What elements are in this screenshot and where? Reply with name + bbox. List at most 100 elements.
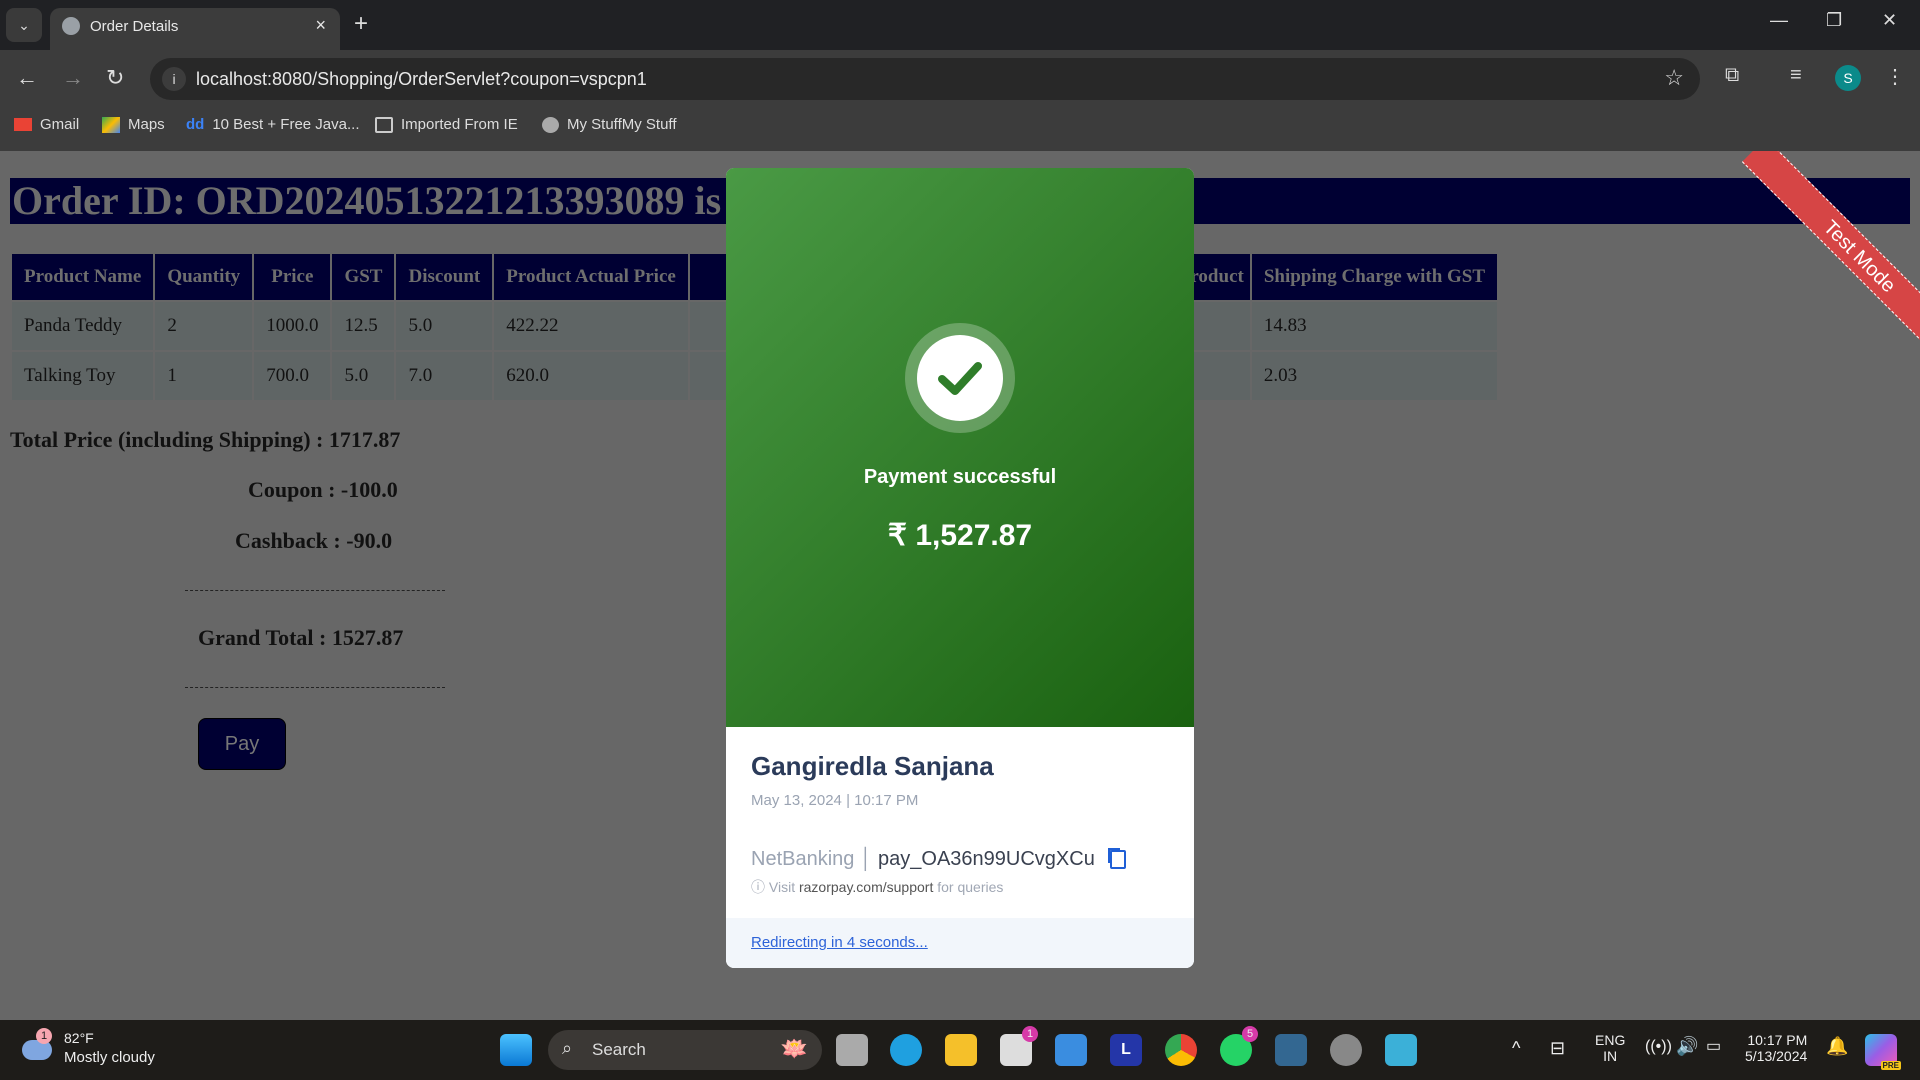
postgres-icon[interactable] — [1275, 1034, 1307, 1066]
payment-status: Payment successful — [863, 466, 1057, 488]
payment-success-modal: Payment successful ₹ 1,527.87 Gangiredla… — [726, 168, 1194, 968]
site-info-icon[interactable]: i — [162, 67, 186, 91]
temperature: 82°F — [64, 1030, 94, 1046]
show-hidden-icons[interactable]: ^ — [1512, 1038, 1520, 1059]
new-tab-button[interactable]: + — [354, 10, 368, 38]
bookmark-my-stuff[interactable]: My StuffMy Stuff — [542, 116, 676, 133]
col-actual-price: Product Actual Price — [494, 254, 688, 300]
payment-date: May 13, 2024 — [751, 792, 842, 809]
address-bar[interactable]: i localhost:8080/Shopping/OrderServlet?c… — [150, 58, 1700, 100]
mail-icon[interactable] — [1055, 1034, 1087, 1066]
bookmark-label: Imported From IE — [401, 116, 518, 133]
back-button[interactable]: ← — [16, 65, 38, 91]
forward-button[interactable]: → — [62, 65, 84, 91]
weather-badge: 1 — [36, 1028, 52, 1044]
payment-datetime: May 13, 2024 | 10:17 PM — [751, 792, 919, 809]
wifi-icon[interactable]: ((•)) — [1645, 1038, 1672, 1056]
col-quantity: Quantity — [155, 254, 253, 300]
cell: 620.0 — [494, 352, 688, 400]
search-icon: ⌕ — [562, 1038, 573, 1058]
url-text[interactable]: localhost:8080/Shopping/OrderServlet?cou… — [196, 69, 647, 90]
globe-icon — [62, 17, 80, 35]
tab-search-button[interactable]: ⌄ — [6, 8, 42, 42]
coupon-amount: Coupon : -100.0 — [248, 477, 398, 502]
payment-amount: ₹ 1,527.87 — [887, 519, 1033, 552]
cell: 5.0 — [332, 352, 395, 400]
close-tab-icon[interactable]: × — [315, 15, 326, 36]
bookmark-label: My StuffMy Stuff — [567, 116, 677, 133]
bookmark-folder-imported[interactable]: Imported From IE — [375, 116, 518, 133]
bookmark-gmail[interactable]: Gmail — [14, 116, 79, 133]
l-app-icon[interactable]: L — [1110, 1034, 1142, 1066]
bookmark-java[interactable]: dd 10 Best + Free Java... — [186, 116, 360, 133]
notepad-icon[interactable] — [1385, 1034, 1417, 1066]
task-view-icon[interactable] — [836, 1034, 868, 1066]
bookmark-label: Gmail — [40, 116, 80, 133]
weather-widget[interactable]: 1 82°F Mostly cloudy — [22, 1028, 172, 1072]
col-price: Price — [254, 254, 331, 300]
tab-title: Order Details — [90, 18, 179, 35]
clock[interactable]: 10:17 PM 5/13/2024 — [1745, 1032, 1807, 1064]
store-icon[interactable]: 1 — [1000, 1026, 1038, 1066]
menu-icon[interactable]: ⋮ — [1885, 64, 1905, 89]
settings-icon[interactable] — [1330, 1034, 1362, 1066]
bookmark-maps[interactable]: Maps — [102, 116, 165, 133]
col-gst: GST — [332, 254, 395, 300]
file-explorer-icon[interactable] — [945, 1034, 977, 1066]
windows-start-icon[interactable] — [500, 1034, 532, 1066]
success-header — [726, 168, 1194, 727]
cell: 2 — [155, 302, 253, 350]
copy-icon[interactable] — [1110, 850, 1126, 869]
edge-icon[interactable] — [890, 1034, 922, 1066]
redirect-link[interactable]: Redirecting in 4 seconds... — [751, 934, 928, 951]
visit-text: Visit — [768, 879, 796, 895]
date: 5/13/2024 — [1745, 1048, 1808, 1064]
tab-order-details[interactable]: Order Details × — [50, 8, 340, 50]
copilot-icon[interactable]: PRE — [1865, 1034, 1901, 1070]
notification-bell-icon[interactable]: 🔔 — [1826, 1036, 1848, 1057]
chrome-icon[interactable] — [1165, 1034, 1197, 1066]
payment-method: NetBanking — [751, 848, 855, 870]
payment-time: 10:17 PM — [854, 792, 919, 809]
pay-button[interactable]: Pay — [198, 718, 286, 770]
gmail-icon — [14, 118, 32, 131]
extensions-icon[interactable]: ⧉ — [1725, 64, 1739, 87]
whatsapp-icon[interactable]: 5 — [1220, 1026, 1258, 1066]
profile-avatar[interactable]: S — [1835, 65, 1861, 91]
search-label: Search — [592, 1040, 646, 1059]
browser-toolbar: ← → ↻ i localhost:8080/Shopping/OrderSer… — [0, 50, 1920, 108]
media-controls-icon[interactable]: ≡ — [1790, 64, 1802, 87]
cell: 14.83 — [1251, 302, 1498, 350]
cashback-amount: Cashback : -90.0 — [235, 528, 393, 553]
reload-button[interactable]: ↻ — [106, 65, 124, 91]
globe-icon — [542, 116, 559, 133]
copilot-badge: PRE — [1880, 1061, 1901, 1070]
restore-button[interactable]: ❐ — [1826, 10, 1842, 31]
bookmark-label: Maps — [128, 116, 165, 133]
cell: 1 — [155, 352, 253, 400]
store-badge: 1 — [1022, 1026, 1038, 1042]
payment-id: pay_OA36n99UCvgXCu — [878, 848, 1095, 870]
cell: 2.03 — [1251, 352, 1498, 400]
taskbar: 1 82°F Mostly cloudy ⌕ Search 🪷 1 L 5 ^ ⊟ … — [0, 1020, 1920, 1080]
cell: 422.22 — [494, 302, 688, 350]
cell: Talking Toy — [12, 352, 154, 400]
taskbar-search[interactable]: ⌕ Search 🪷 — [548, 1030, 822, 1070]
lotus-icon: 🪷 — [780, 1036, 808, 1061]
col-shipping: Shipping Charge with GST — [1251, 254, 1498, 300]
battery-icon[interactable]: ▭ — [1706, 1036, 1721, 1056]
touchpad-icon[interactable]: ⊟ — [1550, 1038, 1565, 1059]
cell: 12.5 — [332, 302, 395, 350]
tab-bar: ⌄ Order Details × + — ❐ ✕ — [0, 0, 1920, 50]
divider — [185, 590, 445, 591]
time: 10:17 PM — [1747, 1032, 1808, 1048]
close-window-button[interactable]: ✕ — [1882, 10, 1897, 31]
maps-icon — [102, 116, 120, 133]
support-link[interactable]: razorpay.com/support — [799, 879, 933, 895]
col-product-name: Product Name — [12, 254, 154, 300]
volume-icon[interactable]: 🔊 — [1676, 1036, 1698, 1057]
bookmark-star-icon[interactable]: ☆ — [1664, 65, 1684, 91]
support-note: ⓘ Visit razorpay.com/support for queries — [751, 879, 1004, 895]
minimize-button[interactable]: — — [1770, 10, 1788, 31]
language-indicator[interactable]: ENG IN — [1595, 1032, 1625, 1064]
